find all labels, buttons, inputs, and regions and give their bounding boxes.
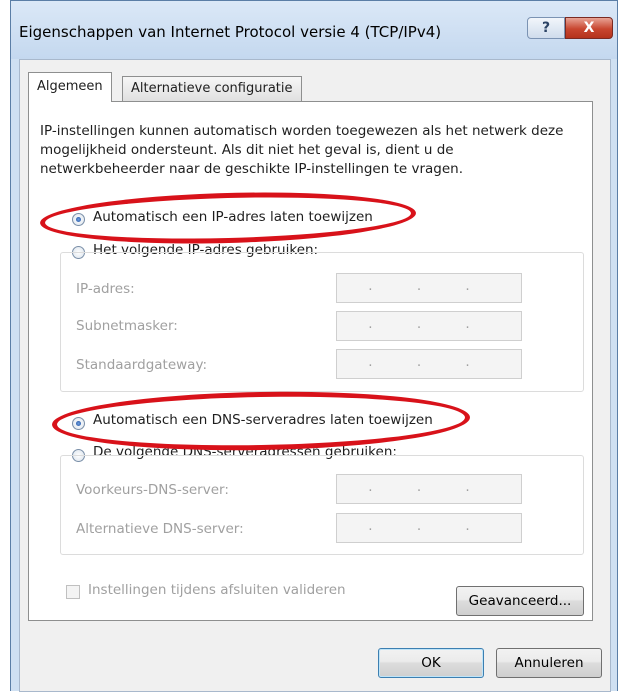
advanced-button[interactable]: Geavanceerd... [456,586,584,616]
radio-selected-dot [76,421,81,426]
help-button[interactable]: ? [527,17,565,39]
subnet-mask-field[interactable]: . . . [336,311,522,341]
ip-auto-radio[interactable] [72,213,85,226]
default-gateway-label: Standaardgateway: [76,357,207,373]
radio-selected-dot [76,217,81,222]
alternate-dns-label: Alternatieve DNS-server: [76,521,244,537]
ip-auto-label[interactable]: Automatisch een IP-adres laten toewijzen [93,209,373,225]
validate-checkbox-label[interactable]: Instellingen tijdens afsluiten valideren [88,582,346,598]
title-bar[interactable]: Eigenschappen van Internet Protocol vers… [11,1,617,59]
subnet-mask-label: Subnetmasker: [76,318,178,334]
alternate-dns-field[interactable]: . . . [336,513,522,543]
validate-checkbox[interactable] [66,585,80,599]
ok-button[interactable]: OK [378,648,484,678]
dns-auto-label[interactable]: Automatisch een DNS-serveradres laten to… [93,412,433,428]
cancel-button[interactable]: Annuleren [496,648,602,678]
close-button[interactable]: X [565,17,613,39]
intro-text: IP-instellingen kunnen automatisch worde… [40,123,564,177]
help-icon: ? [541,20,551,36]
default-gateway-field[interactable]: . . . [336,349,522,379]
tab-algemeen[interactable]: Algemeen [28,72,112,102]
dns-auto-radio[interactable] [72,417,85,430]
ip-address-field[interactable]: . . . [336,273,522,303]
close-icon: X [583,20,595,36]
window-title: Eigenschappen van Internet Protocol vers… [19,23,442,41]
preferred-dns-label: Voorkeurs-DNS-server: [76,482,229,498]
preferred-dns-field[interactable]: . . . [336,474,522,504]
ip-address-label: IP-adres: [76,281,135,297]
tab-alternatieve-configuratie[interactable]: Alternatieve configuratie [122,76,302,101]
